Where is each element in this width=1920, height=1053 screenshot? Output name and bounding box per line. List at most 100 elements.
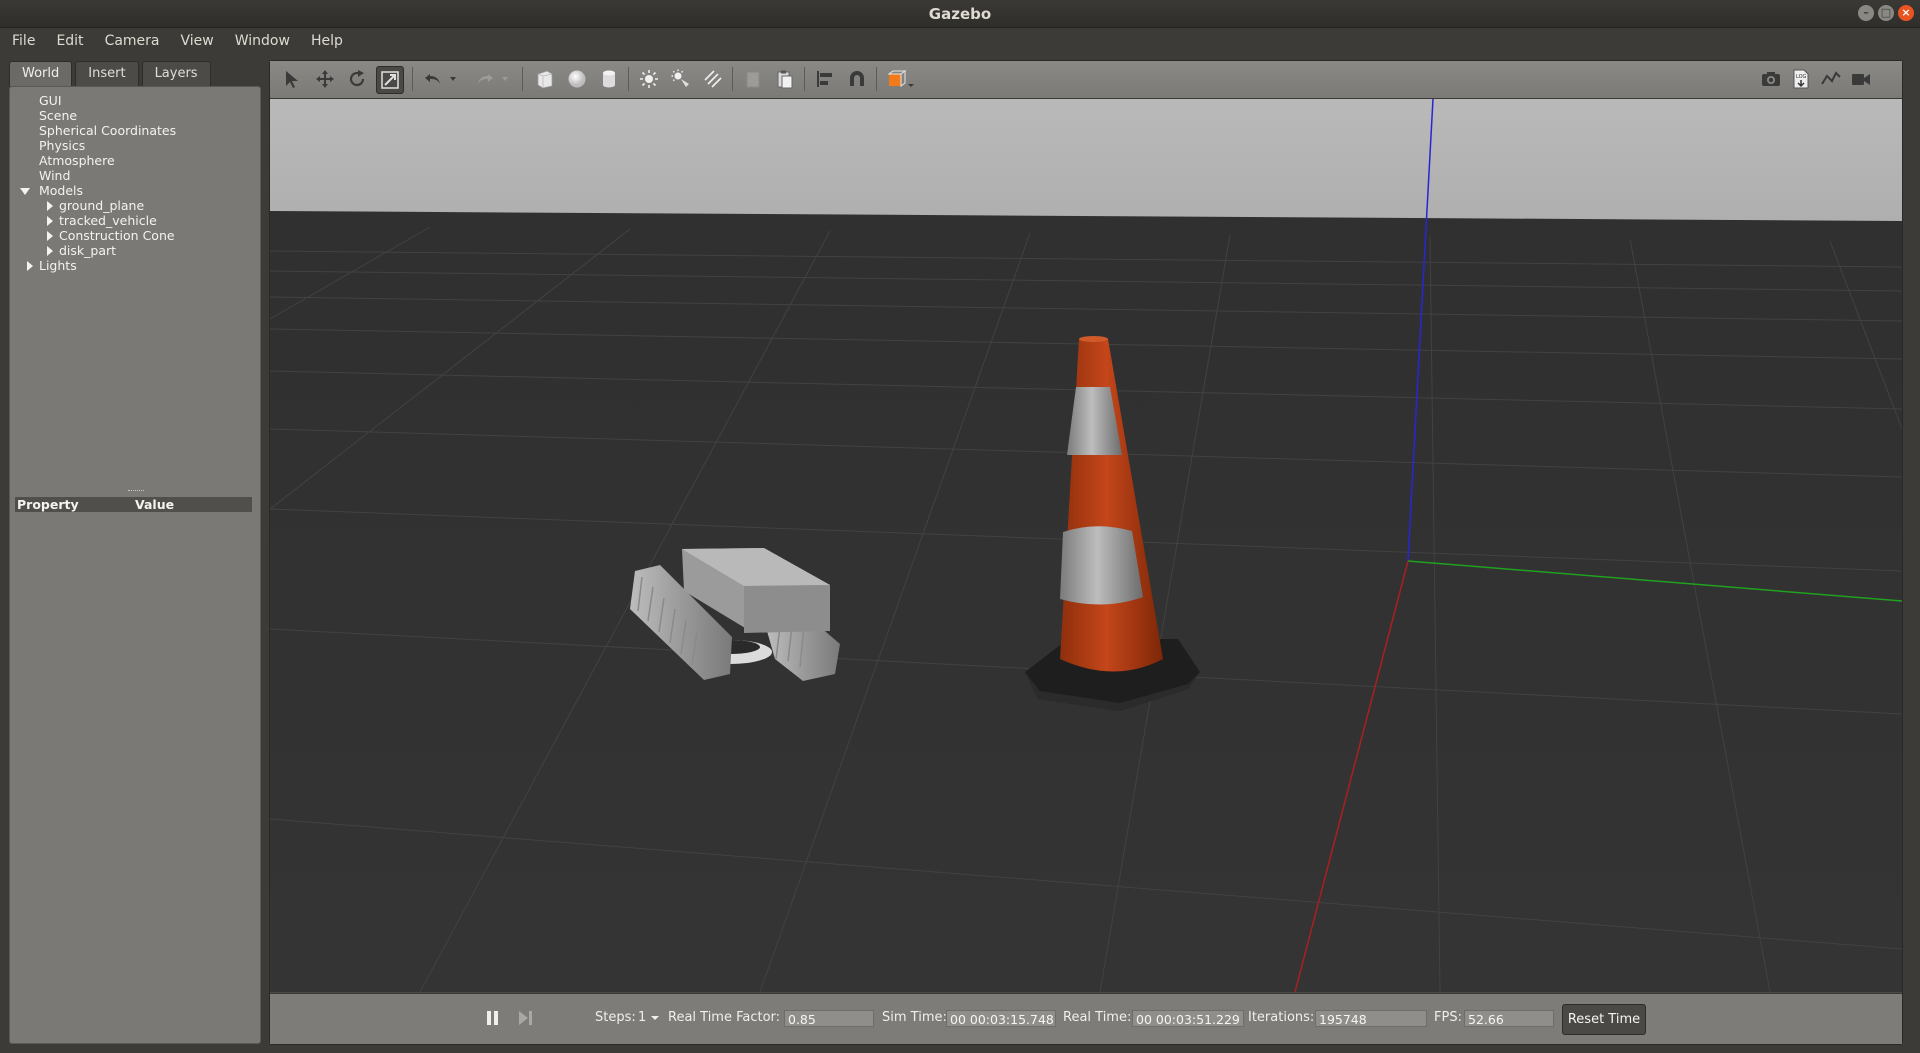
toolbar: LOG (270, 61, 1902, 99)
expand-right-icon[interactable] (47, 246, 53, 256)
window-titlebar: Gazebo – □ × (0, 0, 1920, 28)
menu-camera[interactable]: Camera (93, 33, 169, 49)
steps-label: Steps: (595, 1010, 636, 1025)
tree-item-label: Spherical Coordinates (39, 123, 177, 138)
reset-time-button[interactable]: Reset Time (1562, 1004, 1646, 1035)
translate-tool-icon[interactable] (312, 66, 338, 92)
value-column-header: Value (135, 497, 175, 512)
menu-view[interactable]: View (169, 33, 223, 49)
undo-history-dropdown-icon[interactable] (446, 66, 460, 92)
world-tree: GUI Scene Spherical Coordinates Physics … (10, 93, 260, 273)
close-icon[interactable]: × (1898, 5, 1914, 21)
undo-icon[interactable] (420, 66, 446, 92)
tree-item-ground-plane[interactable]: ground_plane (10, 198, 260, 213)
property-column-header: Property (17, 497, 79, 512)
fps-field: 52.66 (1464, 1010, 1554, 1027)
point-light-icon[interactable] (636, 66, 662, 92)
expand-right-icon[interactable] (47, 216, 53, 226)
plot-icon[interactable] (1818, 66, 1844, 92)
tab-layers[interactable]: Layers (141, 61, 211, 86)
align-icon[interactable] (812, 66, 838, 92)
real-time-factor-field: 0.85 (784, 1010, 874, 1027)
sphere-shape-icon[interactable] (564, 66, 590, 92)
tree-item-label: Lights (39, 258, 77, 273)
menu-help[interactable]: Help (299, 33, 352, 49)
minimize-icon[interactable]: – (1858, 5, 1874, 21)
tree-item-physics[interactable]: Physics (10, 138, 260, 153)
tree-item-wind[interactable]: Wind (10, 168, 260, 183)
toolbar-separator (732, 67, 733, 91)
pause-icon (487, 1011, 498, 1025)
tree-item-atmosphere[interactable]: Atmosphere (10, 153, 260, 168)
spot-light-icon[interactable] (668, 66, 694, 92)
pause-button[interactable] (484, 1009, 502, 1027)
maximize-icon[interactable]: □ (1878, 5, 1894, 21)
box-shape-icon[interactable] (532, 66, 558, 92)
main-frame: LOG Steps: 1 Real Time Factor: 0.85 Sim … (269, 60, 1903, 1045)
sky-background (270, 99, 1902, 221)
time-panel: Steps: 1 Real Time Factor: 0.85 Sim Time… (270, 993, 1902, 1044)
tree-item-label: ground_plane (59, 198, 145, 213)
left-panel: World Insert Layers GUI Scene Spherical … (9, 61, 261, 1044)
log-record-icon[interactable]: LOG (1788, 66, 1814, 92)
tree-item-label: Physics (39, 138, 86, 153)
step-forward-icon (519, 1011, 532, 1025)
property-table-header: Property Value (15, 497, 252, 512)
tree-item-models[interactable]: Models (10, 183, 260, 198)
directional-light-icon[interactable] (700, 66, 726, 92)
paste-icon[interactable] (772, 66, 798, 92)
scale-tool-icon[interactable] (376, 66, 404, 94)
screenshot-camera-icon[interactable] (1758, 66, 1784, 92)
fps-label: FPS: (1434, 1010, 1462, 1025)
view-angle-icon[interactable] (884, 66, 918, 92)
cylinder-shape-icon[interactable] (596, 66, 622, 92)
tree-item-label: GUI (39, 93, 62, 108)
tree-item-gui[interactable]: GUI (10, 93, 260, 108)
video-record-icon[interactable] (1848, 66, 1874, 92)
tab-world[interactable]: World (9, 61, 73, 86)
real-time-label: Real Time: (1063, 1010, 1132, 1025)
iterations-label: Iterations: (1248, 1010, 1315, 1025)
toolbar-separator (876, 67, 877, 91)
select-tool-icon[interactable] (280, 66, 306, 92)
rotate-tool-icon[interactable] (344, 66, 370, 92)
real-time-field: 00 00:03:51.229 (1132, 1010, 1244, 1027)
steps-value[interactable]: 1 (638, 994, 646, 1042)
sim-time-field: 00 00:03:15.748 (946, 1010, 1056, 1027)
tree-item-spherical-coordinates[interactable]: Spherical Coordinates (10, 123, 260, 138)
tree-item-disk-part[interactable]: disk_part (10, 243, 260, 258)
tree-item-scene[interactable]: Scene (10, 108, 260, 123)
copy-icon[interactable] (740, 66, 766, 92)
tree-item-label: Wind (39, 168, 71, 183)
tab-insert[interactable]: Insert (75, 61, 139, 86)
expand-right-icon[interactable] (47, 201, 53, 211)
menu-file[interactable]: File (0, 33, 44, 49)
snap-magnet-icon[interactable] (844, 66, 870, 92)
tree-item-label: Models (39, 183, 84, 198)
menu-window[interactable]: Window (223, 33, 299, 49)
world-panel: GUI Scene Spherical Coordinates Physics … (9, 86, 261, 1044)
tree-item-label: tracked_vehicle (59, 213, 157, 228)
tree-item-label: Construction Cone (59, 228, 175, 243)
tree-item-label: Atmosphere (39, 153, 115, 168)
redo-history-dropdown-icon[interactable] (498, 66, 512, 92)
toolbar-separator (628, 67, 629, 91)
panel-splitter-handle[interactable] (128, 490, 144, 494)
scene-render[interactable] (270, 99, 1902, 992)
tree-item-construction-cone[interactable]: Construction Cone (10, 228, 260, 243)
window-controls: – □ × (1858, 5, 1914, 21)
expand-right-icon[interactable] (27, 261, 33, 271)
tree-item-label: Scene (39, 108, 78, 123)
step-button[interactable] (517, 1009, 535, 1027)
real-time-factor-label: Real Time Factor: (668, 1010, 781, 1025)
3d-viewport[interactable] (270, 99, 1902, 992)
expand-right-icon[interactable] (47, 231, 53, 241)
redo-icon[interactable] (472, 66, 498, 92)
tree-item-tracked-vehicle[interactable]: tracked_vehicle (10, 213, 260, 228)
toolbar-separator (522, 67, 523, 91)
menu-edit[interactable]: Edit (44, 33, 92, 49)
sim-time-label: Sim Time: (882, 1010, 947, 1025)
expand-down-icon[interactable] (20, 188, 30, 195)
tree-item-lights[interactable]: Lights (10, 258, 260, 273)
steps-dropdown-icon[interactable] (650, 996, 660, 1044)
